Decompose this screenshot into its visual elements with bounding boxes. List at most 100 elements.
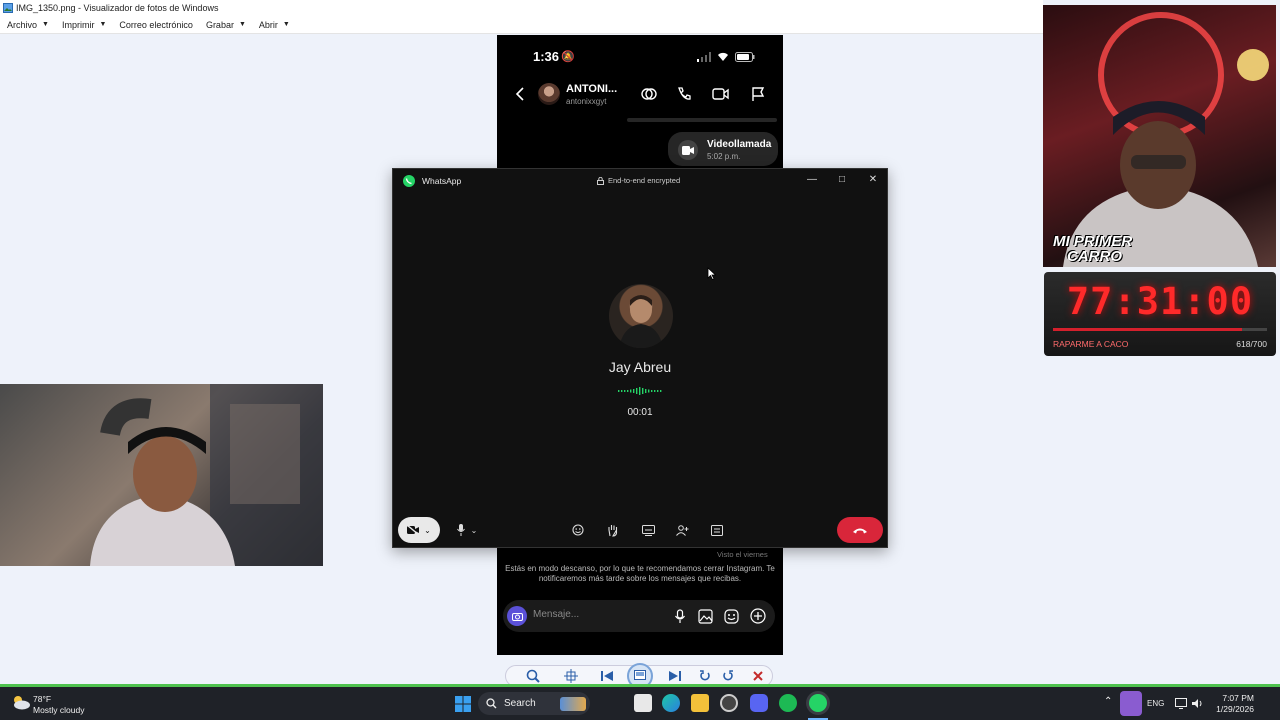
countdown-label: RAPARME A CACO — [1053, 339, 1129, 349]
volume-icon[interactable] — [1192, 698, 1204, 709]
delete-icon[interactable] — [752, 670, 764, 682]
tray-chevron-up-icon[interactable]: ⌃ — [1104, 696, 1112, 707]
chevron-down-icon: ⌄ — [424, 525, 431, 535]
windows-taskbar: 78°F Mostly cloudy Search ⌃ ENG 7:07 PM … — [0, 687, 1280, 720]
webcam-overlay-right: MI PRIMER CARRO — [1043, 5, 1276, 267]
video-call-icon[interactable] — [712, 87, 729, 101]
menu-correo[interactable]: Correo electrónico — [119, 20, 193, 30]
phone-call-icon[interactable] — [676, 86, 692, 102]
whatsapp-taskbar-icon[interactable] — [809, 694, 827, 712]
video-call-time: 5:02 p.m. — [707, 152, 741, 161]
edge-icon[interactable] — [662, 694, 680, 712]
flag-icon[interactable] — [751, 86, 765, 102]
add-person-icon — [675, 524, 688, 536]
emoji-icon — [572, 524, 584, 536]
mic-in-use-icon[interactable] — [1120, 691, 1142, 716]
clock-date: 1/29/2026 — [1216, 704, 1254, 714]
zoom-icon[interactable] — [526, 669, 542, 683]
discord-icon[interactable] — [750, 694, 768, 712]
contact-name[interactable]: ANTONI... — [566, 83, 617, 95]
language-indicator[interactable]: ENG — [1147, 699, 1164, 708]
chevron-down-icon: ▼ — [99, 21, 107, 28]
raise-hand-button[interactable] — [604, 517, 622, 543]
taskbar-search[interactable]: Search — [478, 692, 590, 715]
maximize-button[interactable]: □ — [833, 172, 851, 186]
end-call-button[interactable] — [837, 517, 883, 543]
contact-username: antonixxgyt — [566, 97, 607, 106]
audio-wave-icon — [618, 387, 662, 395]
rest-mode-notice: Estás en modo descanso, por lo que te re… — [505, 564, 775, 583]
gallery-icon[interactable] — [698, 609, 713, 624]
close-button[interactable]: ✕ — [864, 172, 882, 186]
photo-icon — [3, 3, 13, 13]
call-timer: 00:01 — [627, 407, 653, 418]
hang-up-icon — [853, 528, 867, 533]
phone-clock: 1:36 — [533, 49, 560, 64]
add-participant-button[interactable] — [673, 517, 691, 543]
emoji-button[interactable] — [569, 517, 587, 543]
file-explorer-icon[interactable] — [691, 694, 709, 712]
chevron-down-icon: ▼ — [238, 21, 246, 28]
video-call-title: Videollamada — [707, 139, 772, 150]
caller-avatar — [609, 284, 673, 348]
viewer-menubar: Archivo ▼ Imprimir ▼ Correo electrónico Gr… — [0, 16, 1043, 34]
obs-icon[interactable] — [720, 694, 738, 712]
chevron-down-icon: ⌄ — [470, 525, 478, 535]
back-arrow-icon[interactable] — [515, 87, 525, 101]
clock[interactable]: 7:07 PM 1/29/2026 — [1208, 693, 1254, 715]
viewer-titlebar: IMG_1350.png - Visualizador de fotos de … — [0, 0, 1043, 16]
menu-imprimir[interactable]: Imprimir ▼ — [62, 20, 106, 30]
slideshow-icon — [634, 670, 646, 680]
actual-size-icon[interactable] — [564, 669, 578, 683]
sticker-icon[interactable] — [724, 609, 739, 624]
countdown-progress: 618/700 — [1236, 339, 1267, 349]
screen-share-button[interactable] — [639, 517, 657, 543]
message-placeholder: Mensaje... — [533, 609, 580, 620]
search-icon — [486, 698, 497, 709]
menu-abrir[interactable]: Abrir ▼ — [259, 20, 290, 30]
weather-condition: Mostly cloudy — [33, 705, 85, 715]
progress-bar — [1053, 328, 1267, 331]
camera-icon[interactable] — [507, 606, 527, 626]
chevron-down-icon: ▼ — [282, 21, 290, 28]
menu-archivo[interactable]: Archivo ▼ — [7, 20, 49, 30]
minimize-button[interactable]: — — [803, 172, 821, 186]
more-options-button[interactable] — [708, 517, 726, 543]
countdown-overlay: 77:31:00 RAPARME A CACO 618/700 — [1044, 272, 1276, 356]
lock-icon — [597, 176, 604, 185]
windows-start-icon[interactable] — [455, 696, 471, 712]
blend-icon[interactable] — [641, 86, 657, 102]
wifi-icon — [718, 52, 728, 61]
battery-icon — [735, 52, 755, 62]
next-icon[interactable] — [667, 671, 681, 681]
task-view-icon[interactable] — [634, 694, 652, 712]
spotify-icon[interactable] — [779, 694, 797, 712]
progress-fill — [1053, 328, 1242, 331]
video-off-icon — [407, 525, 420, 535]
microphone-icon — [456, 524, 465, 536]
encryption-label: End-to-end encrypted — [597, 176, 680, 185]
video-toggle-button[interactable]: ⌄ — [398, 517, 440, 543]
menu-grabar[interactable]: Grabar ▼ — [206, 20, 246, 30]
caller-name: Jay Abreu — [608, 359, 672, 375]
countdown-value: 77:31:00 — [1066, 280, 1254, 323]
add-icon[interactable] — [750, 608, 766, 624]
bell-muted-icon: 🔕 — [561, 51, 575, 63]
menu-list-icon — [711, 524, 723, 536]
hand-icon — [608, 524, 618, 537]
whatsapp-logo-icon — [403, 175, 415, 187]
network-icon[interactable] — [1175, 698, 1187, 709]
microphone-icon[interactable] — [674, 609, 686, 624]
whatsapp-call-window: WhatsApp End-to-end encrypted — □ ✕ Jay … — [392, 168, 888, 548]
video-bubble-icon — [678, 140, 698, 160]
mouse-cursor-icon — [707, 267, 716, 280]
contact-avatar[interactable] — [538, 83, 560, 105]
rotate-right-icon[interactable] — [722, 670, 734, 682]
screen-share-icon — [641, 524, 655, 536]
weather-cloud-icon[interactable] — [11, 694, 31, 710]
seen-status: Visto el viernes — [717, 550, 768, 559]
microphone-button[interactable]: ⌄ — [449, 517, 485, 543]
chevron-down-icon: ▼ — [42, 21, 49, 28]
previous-icon[interactable] — [601, 671, 615, 681]
rotate-left-icon[interactable] — [699, 670, 711, 682]
